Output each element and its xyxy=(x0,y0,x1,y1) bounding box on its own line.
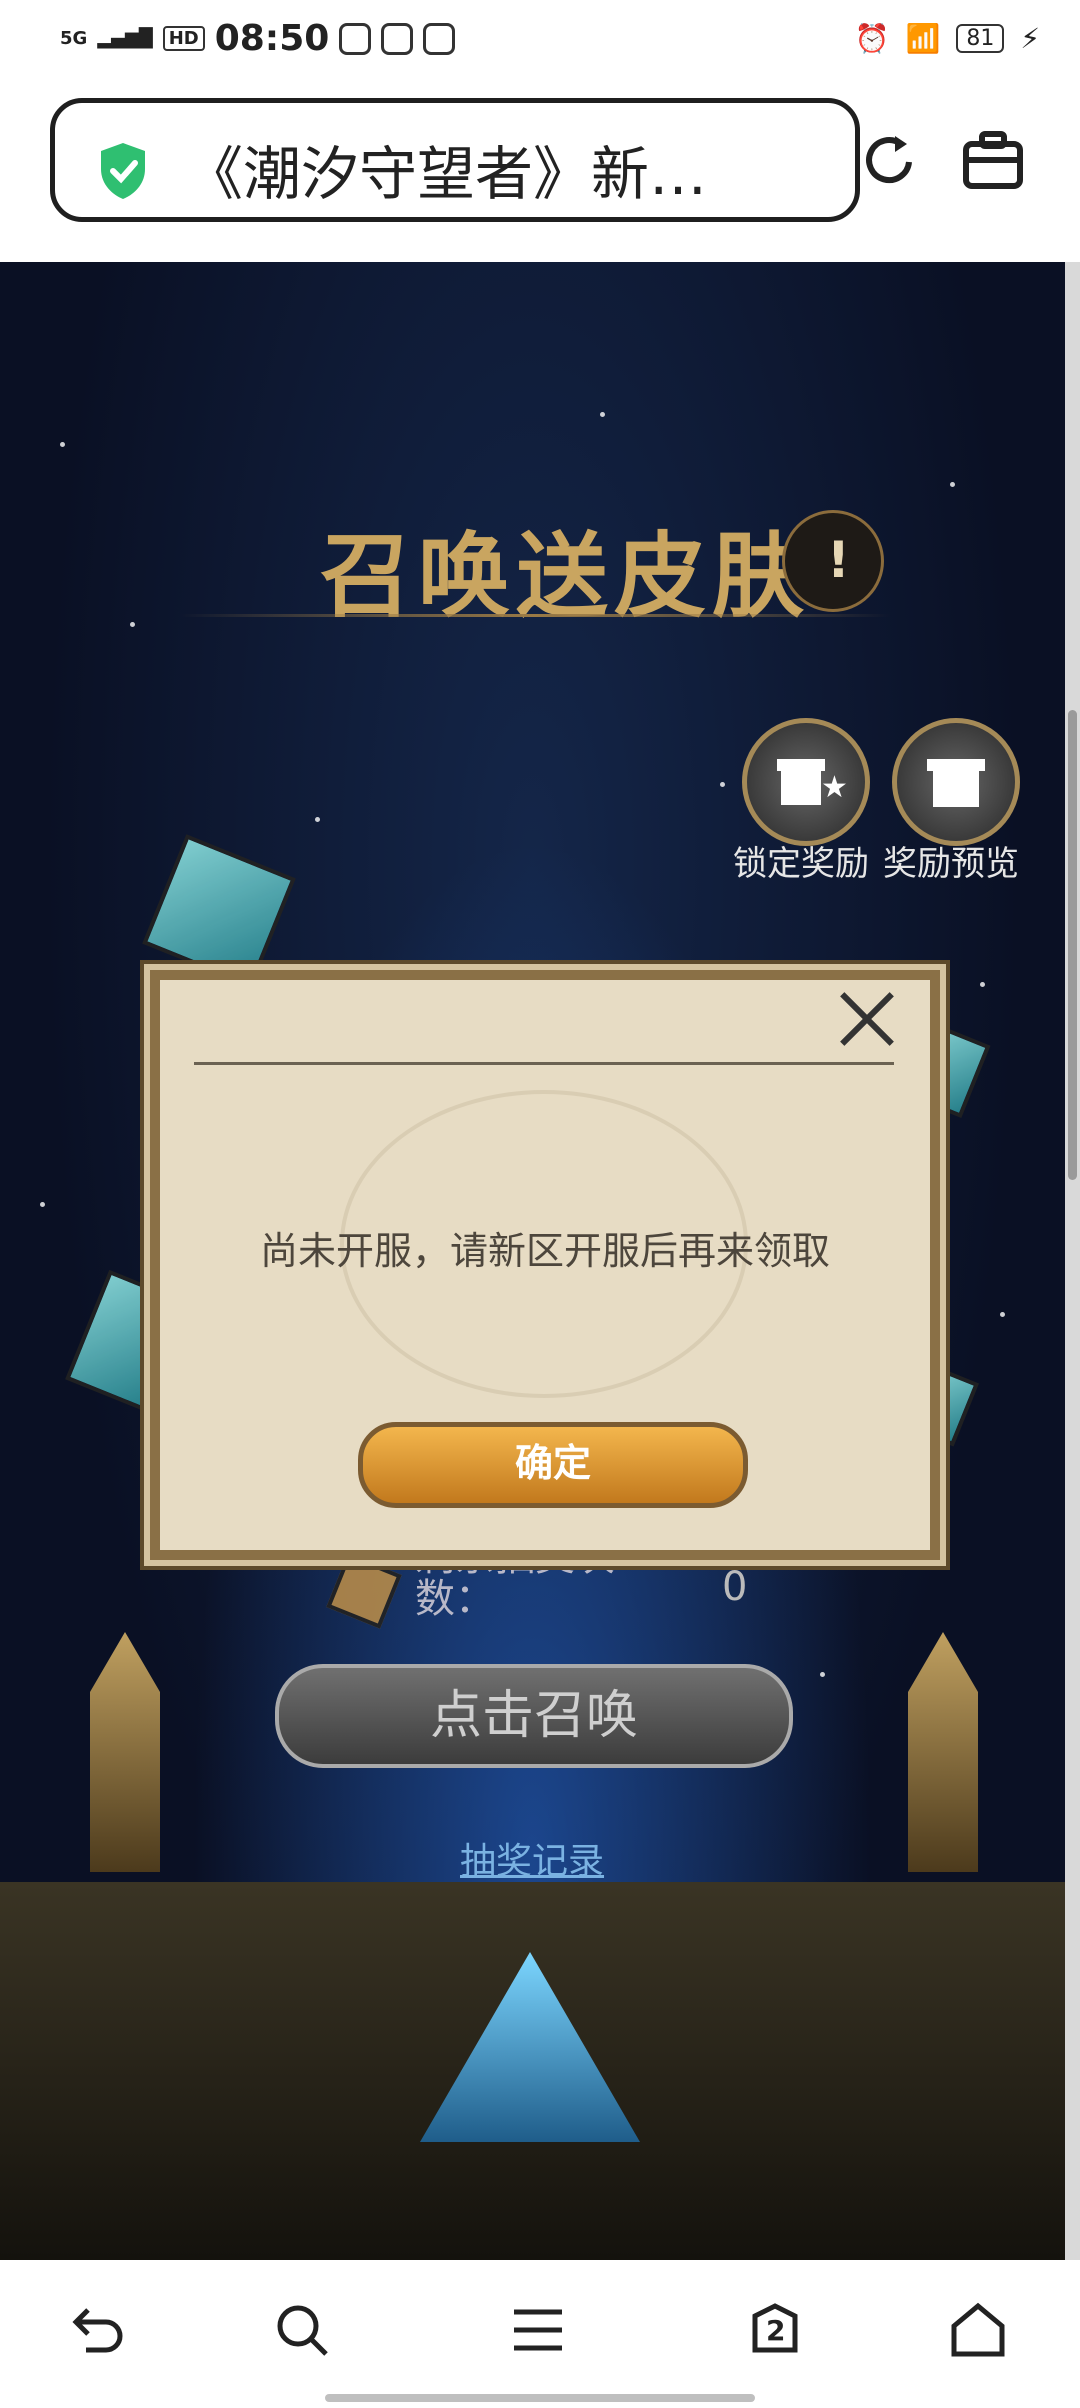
info-icon[interactable]: ! xyxy=(782,510,884,612)
remaining-draws-count: 0 xyxy=(722,1564,748,1610)
notice-dialog: 尚未开服，请新区开服后再来领取 确定 xyxy=(150,970,940,1560)
back-icon[interactable] xyxy=(68,2300,128,2364)
battery-icon: 81 xyxy=(956,24,1005,53)
battery-level: 81 xyxy=(966,26,995,51)
reward-preview-label: 奖励预览 xyxy=(883,844,1019,884)
home-indicator[interactable] xyxy=(325,2394,755,2402)
hd-badge: HD xyxy=(162,26,205,51)
signal-icon: ▂▄▆█ xyxy=(97,28,153,49)
tabs-icon[interactable]: 2 xyxy=(745,2300,805,2364)
lock-reward-label: 锁定奖励 xyxy=(733,844,869,884)
menu-icon[interactable] xyxy=(508,2300,568,2364)
close-icon[interactable] xyxy=(836,988,900,1052)
address-bar[interactable]: 《潮汐守望者》新… xyxy=(50,98,860,222)
reward-preview-button[interactable] xyxy=(892,718,1020,846)
page-title-in-url: 《潮汐守望者》新… xyxy=(185,140,708,208)
browser-toolbar: 《潮汐守望者》新… xyxy=(0,82,1080,262)
security-shield-icon xyxy=(97,141,149,205)
scrollbar-thumb[interactable] xyxy=(1068,710,1077,1180)
draw-record-link[interactable]: 抽奖记录 xyxy=(460,1832,604,1884)
dialog-message: 尚未开服，请新区开服后再来领取 xyxy=(259,1229,830,1273)
gift-star-icon: ★ xyxy=(777,759,848,805)
svg-text:★: ★ xyxy=(821,770,848,805)
tabs-count: 2 xyxy=(766,2314,786,2347)
dialog-divider xyxy=(194,1062,894,1065)
status-right: ⏰ 📶 81 ⚡ xyxy=(855,22,1040,55)
app-icon-1 xyxy=(339,22,372,55)
search-icon[interactable] xyxy=(272,2300,332,2364)
app-icon-2 xyxy=(381,22,414,55)
confirm-button[interactable]: 确定 xyxy=(358,1422,748,1508)
browser-bottom-nav: 2 xyxy=(0,2260,1080,2408)
title-divider xyxy=(180,614,890,617)
home-icon[interactable] xyxy=(948,2300,1008,2364)
gift-icon xyxy=(927,759,985,807)
lock-reward-button[interactable]: ★ xyxy=(742,718,870,846)
charging-icon: ⚡ xyxy=(1020,22,1040,55)
status-bar: 5G ▂▄▆█ HD 08:50 ⏰ 📶 81 ⚡ xyxy=(0,0,1080,82)
summon-button[interactable]: 点击召唤 xyxy=(275,1664,793,1768)
refresh-icon[interactable] xyxy=(857,128,921,196)
alarm-icon: ⏰ xyxy=(854,22,890,55)
wifi-icon: 📶 xyxy=(905,22,941,55)
network-indicator: 5G xyxy=(60,28,88,49)
time-text: 08:50 xyxy=(214,18,330,59)
scrollbar-track[interactable] xyxy=(1065,262,1080,2260)
toolbox-icon[interactable] xyxy=(962,130,1024,194)
status-left: 5G ▂▄▆█ HD 08:50 xyxy=(60,18,456,59)
app-icon-3 xyxy=(423,22,456,55)
